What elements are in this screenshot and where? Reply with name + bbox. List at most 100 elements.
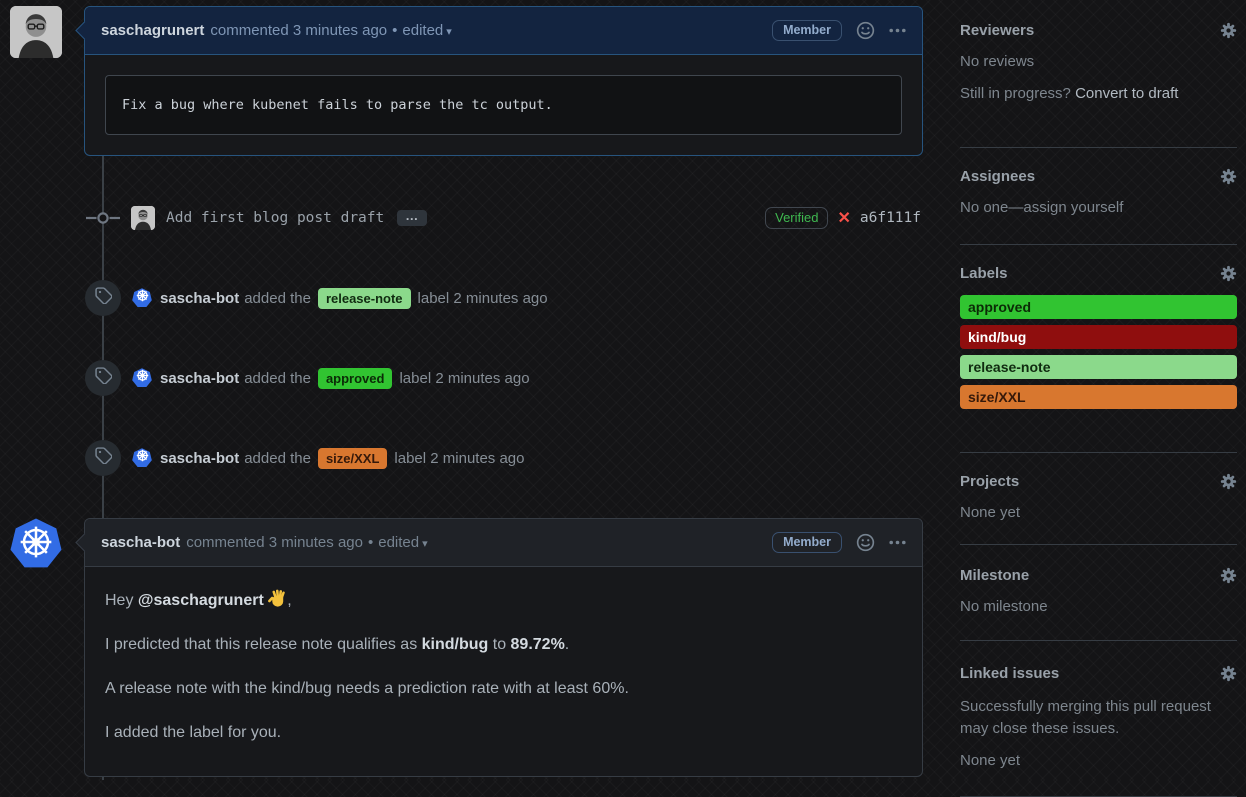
section-title: Labels: [960, 265, 1008, 282]
meta-separator: •: [392, 22, 397, 39]
text-segment: 89.72%: [511, 636, 565, 653]
user-photo-icon: [10, 6, 62, 58]
gear-icon[interactable]: [1220, 473, 1237, 490]
status-failure-icon[interactable]: ✕: [837, 208, 850, 228]
comment-card-author: saschagrunert commented 3 minutes ago • …: [84, 6, 923, 156]
sidebar-section-milestone: Milestone No milestone: [960, 545, 1237, 641]
tag-icon-badge: [85, 280, 121, 316]
sidebar-section-linked-issues: Linked issues Successfully merging this …: [960, 641, 1237, 797]
tag-icon: [95, 367, 112, 389]
user-photo-icon: [131, 206, 155, 230]
assign-yourself-link[interactable]: assign yourself: [1023, 199, 1123, 216]
section-title: Assignees: [960, 168, 1035, 185]
tag-icon: [95, 447, 112, 469]
sidebar-label[interactable]: approved: [960, 295, 1237, 319]
gear-icon[interactable]: [1220, 168, 1237, 185]
bot-avatar[interactable]: [132, 448, 152, 468]
comment-paragraph: I added the label for you.: [105, 722, 902, 743]
comment-timestamp: commented 3 minutes ago: [186, 534, 363, 551]
text-segment: ,: [287, 592, 291, 609]
comment-paragraph: A release note with the kind/bug needs a…: [105, 678, 902, 699]
edited-dropdown[interactable]: edited▾: [402, 22, 451, 39]
label-event-row: sascha-bot added the size/XXL label 2 mi…: [84, 440, 921, 476]
linked-issues-description: Successfully merging this pull request m…: [960, 696, 1237, 740]
commit-message-link[interactable]: Add first blog post draft: [166, 210, 384, 226]
verified-badge: Verified: [765, 207, 828, 230]
label-pill[interactable]: size/XXL: [318, 448, 387, 469]
text-segment: I predicted that this release note quali…: [105, 636, 422, 653]
edited-dropdown[interactable]: edited▾: [378, 534, 427, 551]
label-events: sascha-bot added the release-note label …: [84, 280, 921, 520]
label-event-row: sascha-bot added the release-note label …: [84, 280, 921, 316]
kubernetes-wheel-icon: [135, 288, 150, 308]
label-event-row: sascha-bot added the approved label 2 mi…: [84, 360, 921, 396]
actor-link[interactable]: sascha-bot: [160, 370, 239, 387]
label-pill[interactable]: release-note: [318, 288, 411, 309]
gear-icon[interactable]: [1220, 265, 1237, 282]
comment-body: Hey @saschagrunert , I predicted that thi…: [85, 567, 922, 776]
event-action-text: added the: [244, 450, 311, 467]
kebab-menu-icon[interactable]: [889, 28, 906, 33]
tag-icon-badge: [85, 360, 121, 396]
linked-issues-empty-text: None yet: [960, 752, 1237, 769]
kubernetes-wheel-icon: [135, 368, 150, 388]
section-title: Projects: [960, 473, 1019, 490]
bot-avatar[interactable]: [132, 368, 152, 388]
event-action-text: added the: [244, 370, 311, 387]
gear-icon[interactable]: [1220, 665, 1237, 682]
reaction-smiley-icon[interactable]: [856, 533, 875, 552]
actor-link[interactable]: sascha-bot: [160, 290, 239, 307]
reviewers-empty-text: No reviews: [960, 53, 1237, 70]
gear-icon[interactable]: [1220, 567, 1237, 584]
tag-icon-badge: [85, 440, 121, 476]
tag-icon: [95, 287, 112, 309]
comment-header: sascha-bot commented 3 minutes ago • edi…: [85, 519, 922, 567]
convert-to-draft-link[interactable]: Convert to draft: [1075, 85, 1178, 102]
bot-avatar-large[interactable]: [10, 518, 62, 570]
text-segment: kind/bug: [422, 636, 489, 653]
comment-author-link[interactable]: sascha-bot: [101, 534, 180, 551]
member-badge: Member: [772, 532, 842, 553]
text-segment: to: [488, 636, 510, 653]
section-title: Linked issues: [960, 665, 1059, 682]
reaction-smiley-icon[interactable]: [856, 21, 875, 40]
comment-author-link[interactable]: saschagrunert: [101, 22, 204, 39]
sidebar-section-labels: Labels approved kind/bug release-note si…: [960, 245, 1237, 453]
commit-expander-button[interactable]: …: [397, 210, 427, 226]
gear-icon[interactable]: [1220, 22, 1237, 39]
text-segment: A release note with the kind/bug needs a…: [105, 680, 629, 697]
projects-empty-text: None yet: [960, 504, 1237, 521]
section-title: Reviewers: [960, 22, 1034, 39]
commit-author-avatar[interactable]: [131, 206, 155, 230]
member-badge: Member: [772, 20, 842, 41]
comment-timestamp: commented 3 minutes ago: [210, 22, 387, 39]
draft-hint-text: Still in progress?: [960, 85, 1075, 102]
comment-paragraph: Hey @saschagrunert ,: [105, 589, 902, 611]
sidebar: Reviewers No reviews Still in progress? …: [960, 0, 1237, 797]
sidebar-label[interactable]: kind/bug: [960, 325, 1237, 349]
comment-paragraph: I predicted that this release note quali…: [105, 634, 902, 655]
comment-body: Fix a bug where kubenet fails to parse t…: [85, 55, 922, 155]
chevron-down-icon: ▾: [422, 538, 428, 550]
kebab-menu-icon[interactable]: [889, 540, 906, 545]
bot-avatar[interactable]: [132, 288, 152, 308]
label-pill[interactable]: approved: [318, 368, 393, 389]
milestone-empty-text: No milestone: [960, 598, 1237, 615]
sidebar-section-projects: Projects None yet: [960, 453, 1237, 545]
user-mention-link[interactable]: @saschagrunert: [138, 592, 264, 609]
sidebar-label[interactable]: release-note: [960, 355, 1237, 379]
code-block: Fix a bug where kubenet fails to parse t…: [105, 75, 902, 135]
chevron-down-icon: ▾: [446, 26, 452, 38]
assignees-empty-text: No one—: [960, 199, 1023, 216]
actor-link[interactable]: sascha-bot: [160, 450, 239, 467]
text-segment: I added the label for you.: [105, 724, 281, 741]
event-time-text: label 2 minutes ago: [418, 290, 548, 307]
sidebar-section-reviewers: Reviewers No reviews Still in progress? …: [960, 0, 1237, 148]
kubernetes-wheel-icon: [16, 522, 56, 567]
avatar[interactable]: [10, 6, 62, 58]
sidebar-label[interactable]: size/XXL: [960, 385, 1237, 409]
event-time-text: label 2 minutes ago: [394, 450, 524, 467]
waving-hand-emoji-icon: [268, 592, 287, 609]
commit-sha-link[interactable]: a6f111f: [860, 210, 921, 226]
event-action-text: added the: [244, 290, 311, 307]
